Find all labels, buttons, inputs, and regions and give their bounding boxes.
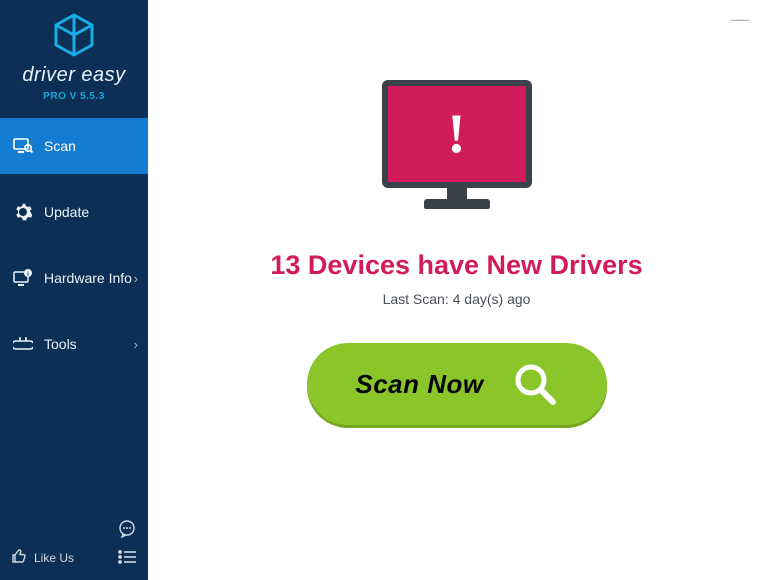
- logo-icon: [50, 12, 98, 58]
- nav-item-tools[interactable]: Tools ›: [0, 316, 148, 372]
- monitor-screen: !: [388, 86, 526, 182]
- chevron-right-icon: ›: [134, 337, 138, 352]
- exclamation-icon: !: [447, 102, 466, 166]
- nav-item-update[interactable]: Update: [0, 184, 148, 240]
- nav-label: Update: [44, 204, 89, 220]
- nav-label: Tools: [44, 336, 77, 352]
- main-panel: — ! 13 Devices have New Drivers Last Sca…: [148, 0, 765, 580]
- hardware-info-icon: i: [12, 269, 34, 287]
- alert-monitor-graphic: !: [382, 80, 532, 220]
- nav-label: Hardware Info: [44, 270, 132, 286]
- last-scan-text: Last Scan: 4 day(s) ago: [383, 291, 531, 307]
- like-us-button[interactable]: Like Us: [10, 547, 74, 568]
- window-minimize-button[interactable]: —: [731, 10, 749, 28]
- menu-list-icon[interactable]: [116, 546, 138, 568]
- magnifier-icon: [512, 361, 558, 407]
- sidebar: driver easy PRO V 5.5.3 Scan Update i: [0, 0, 148, 580]
- sidebar-footer: Like Us: [0, 510, 148, 580]
- nav-item-hardware-info[interactable]: i Hardware Info ›: [0, 250, 148, 306]
- scan-monitor-icon: [12, 138, 34, 154]
- logo-block: driver easy PRO V 5.5.3: [0, 0, 148, 112]
- like-us-label: Like Us: [34, 551, 74, 565]
- tools-icon: [12, 335, 34, 353]
- footer-icons: [116, 518, 138, 568]
- status-headline: 13 Devices have New Drivers: [270, 250, 642, 281]
- app-window: driver easy PRO V 5.5.3 Scan Update i: [0, 0, 765, 580]
- monitor-frame: !: [382, 80, 532, 188]
- center-area: ! 13 Devices have New Drivers Last Scan:…: [148, 0, 765, 425]
- nav-item-scan[interactable]: Scan: [0, 118, 148, 174]
- chevron-right-icon: ›: [134, 271, 138, 286]
- monitor-base: [424, 199, 490, 209]
- thumbs-up-icon: [10, 547, 28, 568]
- gear-icon: [12, 203, 34, 221]
- scan-now-button[interactable]: Scan Now: [307, 343, 607, 425]
- nav: Scan Update i Hardware Info ›: [0, 118, 148, 372]
- nav-label: Scan: [44, 138, 76, 154]
- scan-now-label: Scan Now: [355, 369, 483, 400]
- brand-version: PRO V 5.5.3: [14, 91, 134, 102]
- brand-name: driver easy: [14, 64, 134, 87]
- feedback-chat-icon[interactable]: [116, 518, 138, 540]
